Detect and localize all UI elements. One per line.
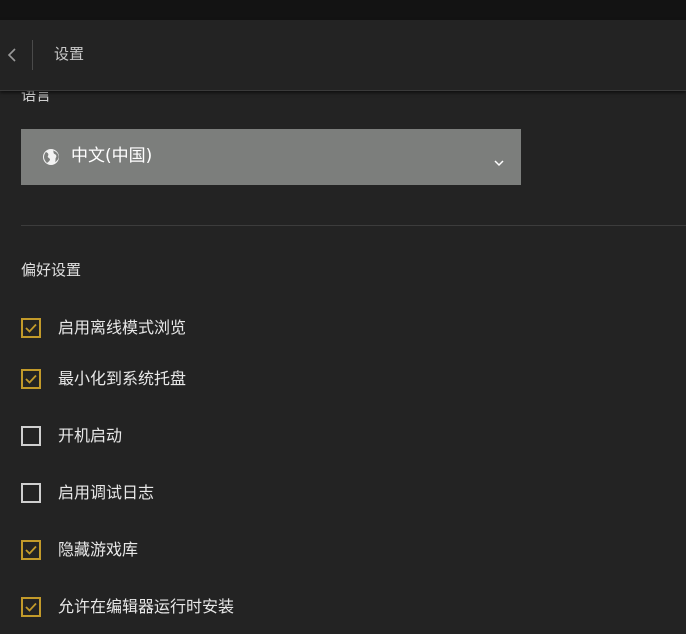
checkbox-minimize-to-tray[interactable]: 最小化到系统托盘 — [21, 367, 186, 391]
checkbox-label: 启用离线模式浏览 — [58, 318, 187, 337]
section-divider — [21, 225, 686, 226]
checkbox-label: 允许在编辑器运行时安装 — [58, 597, 235, 616]
checkbox-launch-on-startup[interactable]: 开机启动 — [21, 424, 122, 448]
checkbox-box[interactable] — [21, 426, 41, 446]
checkmark-icon — [25, 374, 37, 384]
page-title: 设置 — [54, 45, 85, 63]
globe-icon — [42, 148, 60, 170]
checkmark-icon — [25, 545, 37, 555]
checkbox-box[interactable] — [21, 369, 41, 389]
checkbox-box[interactable] — [21, 483, 41, 503]
language-selected-value: 中文(中国) — [71, 146, 153, 166]
chevron-down-icon — [494, 152, 504, 171]
settings-content: 语言 中文(中国) 偏好设置 启用离线模式浏览 最小化到系统托盘 开机启动 启用… — [0, 80, 686, 634]
checkbox-label: 开机启动 — [58, 426, 123, 445]
checkbox-box[interactable] — [21, 318, 41, 338]
checkbox-label: 最小化到系统托盘 — [58, 369, 187, 388]
checkbox-label: 启用调试日志 — [58, 483, 155, 502]
preferences-section-label: 偏好设置 — [21, 261, 82, 279]
back-button[interactable] — [0, 38, 24, 72]
checkbox-box[interactable] — [21, 597, 41, 617]
checkmark-icon — [25, 602, 37, 612]
checkbox-label: 隐藏游戏库 — [58, 540, 139, 559]
checkbox-hide-library[interactable]: 隐藏游戏库 — [21, 538, 138, 562]
chevron-left-icon — [7, 47, 17, 63]
checkbox-box[interactable] — [21, 540, 41, 560]
checkbox-debug-logging[interactable]: 启用调试日志 — [21, 481, 154, 505]
settings-window: 设置 语言 中文(中国) 偏好设置 启用离线模式浏览 最小化到系统托盘 开机启动… — [0, 0, 686, 634]
title-strip — [0, 0, 686, 20]
checkbox-offline-mode[interactable]: 启用离线模式浏览 — [21, 316, 186, 340]
header-bar: 设置 — [0, 20, 686, 91]
checkmark-icon — [25, 323, 37, 333]
checkbox-allow-install-while-editor-running[interactable]: 允许在编辑器运行时安装 — [21, 595, 234, 619]
language-dropdown[interactable]: 中文(中国) — [21, 129, 521, 185]
header-divider — [32, 40, 33, 70]
